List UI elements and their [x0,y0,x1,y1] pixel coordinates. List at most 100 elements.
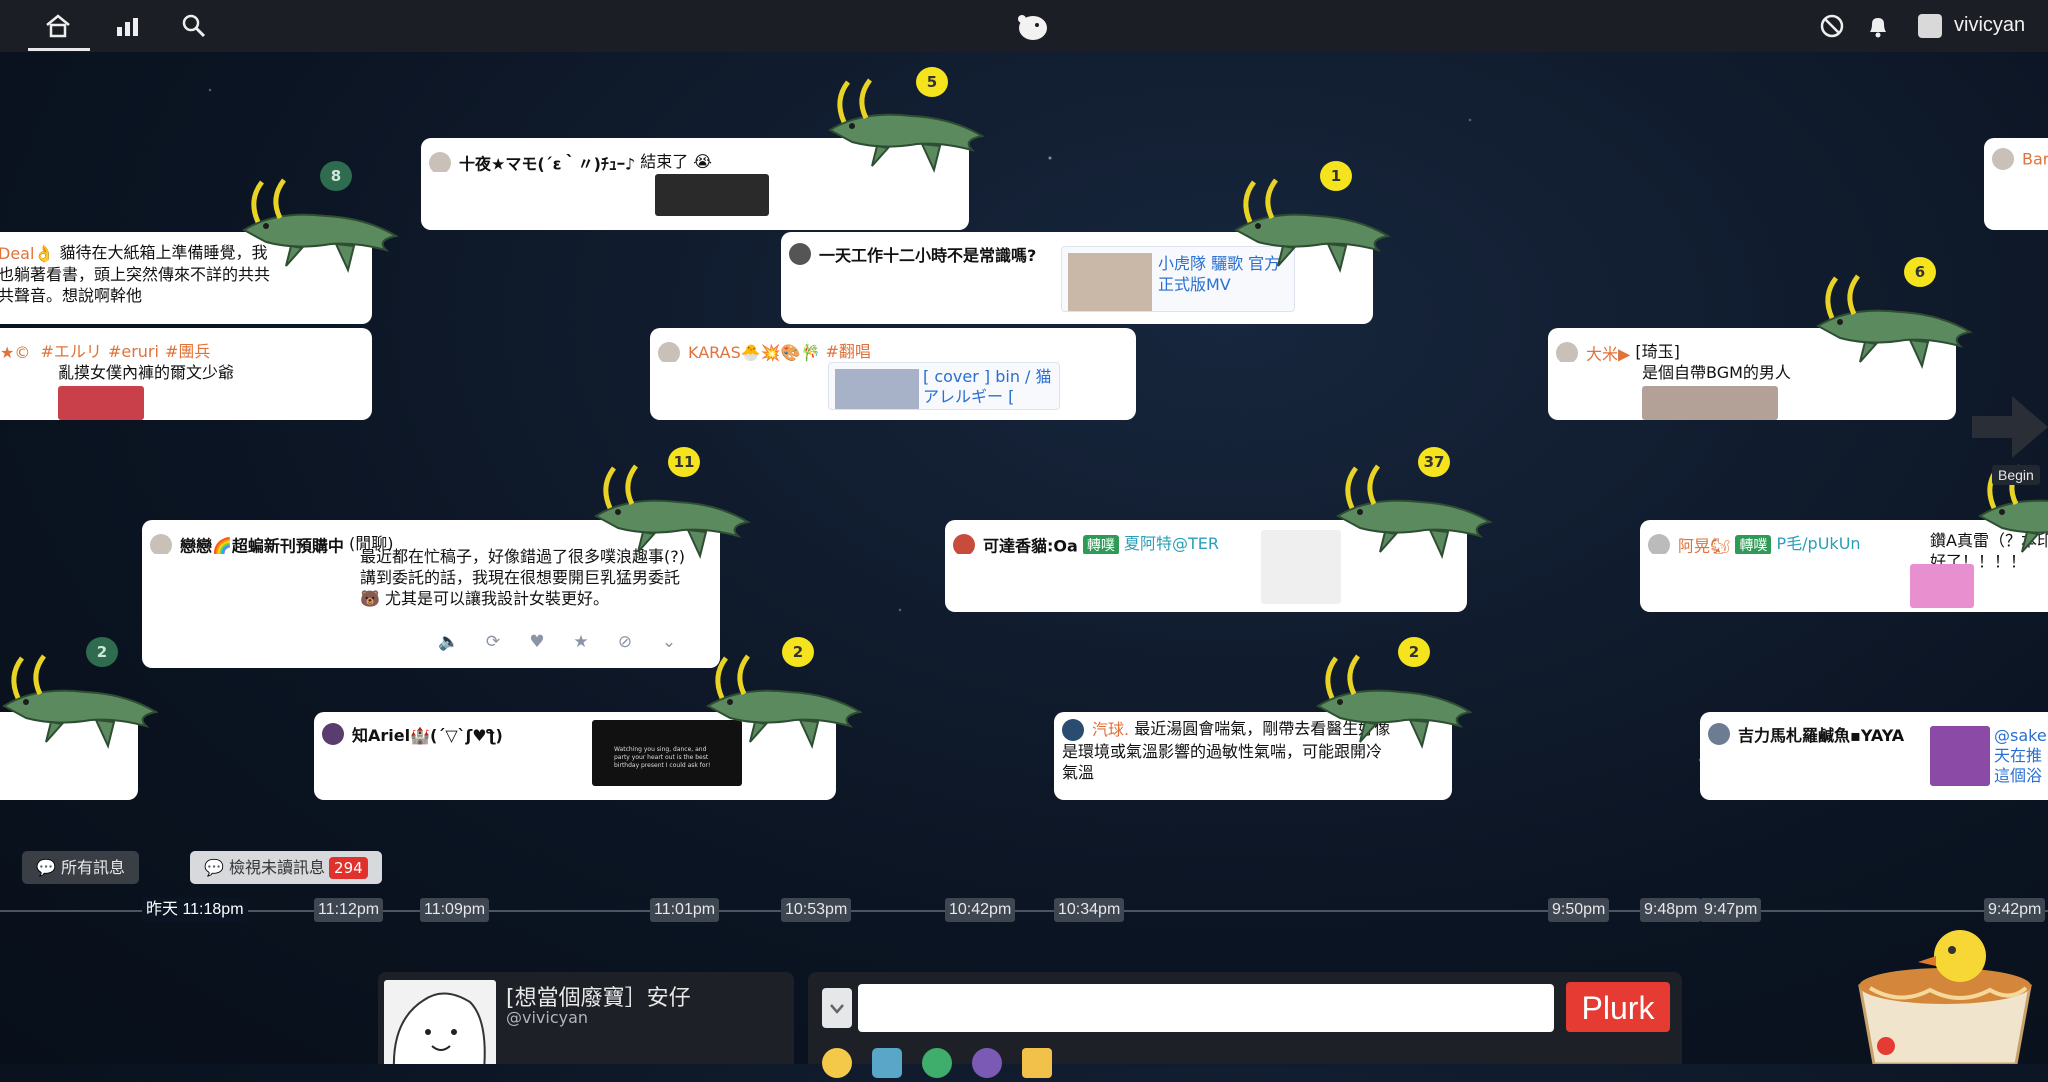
avatar[interactable] [150,533,172,554]
plurk-author[interactable]: 可達香貓:Oa [983,537,1078,555]
replurk-icon[interactable]: ⟳ [482,632,504,654]
timeline-tick[interactable]: 10:42pm [945,898,1016,922]
response-count-badge[interactable]: 2 [782,637,814,667]
plurk-author[interactable]: Bar [2022,150,2048,169]
arrow-right-icon[interactable] [1972,396,2048,458]
timeline-tick[interactable]: 11:12pm [314,898,384,922]
begin-button[interactable]: Begin [1992,465,2040,485]
plurk-author[interactable]: 汽球. [1092,720,1129,739]
avatar[interactable] [1556,341,1578,362]
image-thumbnail[interactable] [1910,564,1974,608]
timeline-tick[interactable]: 9:48pm [1640,898,1702,922]
avatar[interactable] [658,341,680,362]
image-thumbnail[interactable] [1642,386,1778,420]
image-thumbnail[interactable] [655,174,769,216]
plurk-card[interactable]: Bar [1984,138,2048,230]
privacy-icon[interactable] [1818,12,1846,40]
mute-icon[interactable]: 🔈 [438,632,460,654]
response-count-badge[interactable]: 1 [1320,161,1352,191]
qualifier-select[interactable] [822,988,852,1028]
replurk-source[interactable]: P毛/pUkUn [1777,534,1861,553]
response-count-badge[interactable]: 11 [668,447,700,477]
link-title[interactable]: @sake 天在推 這個浴 [1994,726,2048,788]
response-crocodile[interactable] [700,646,870,756]
bell-icon[interactable] [1864,12,1892,40]
timeline-tick[interactable]: 11:01pm [650,898,720,922]
avatar[interactable] [789,243,811,265]
plurk-author[interactable]: Deal👌 [0,244,54,263]
hashtag[interactable]: #翻唱 [826,342,871,361]
plurk-input[interactable] [858,984,1554,1032]
filter-unread-button[interactable]: 💬 檢視未讀訊息 294 [190,851,382,884]
plurk-author[interactable]: 一天工作十二小時不是常識嗎? [819,246,1036,265]
response-crocodile[interactable] [1310,646,1480,756]
plurk-card[interactable]: KARAS🐣💥🎨🎋 #翻唱 [ cover ] bin / 猫アレルギー [ [650,328,1136,420]
avatar[interactable] [1648,533,1670,554]
timeline-tick[interactable]: 10:34pm [1054,898,1125,922]
favorite-icon[interactable]: ★ [570,632,592,654]
like-icon[interactable]: ♥ [526,632,548,654]
avatar[interactable] [1918,14,1942,38]
image-thumbnail[interactable] [1930,726,1990,786]
timeline-tick[interactable]: 9:50pm [1548,898,1610,922]
video-thumbnail[interactable] [1068,253,1152,311]
profile-avatar[interactable] [384,980,496,1064]
plurk-author[interactable]: ★© [0,343,30,362]
avatar[interactable] [1708,723,1730,745]
avatar[interactable] [1992,148,2014,170]
plurk-author[interactable]: 阿晃🐿 [1678,537,1730,555]
response-crocodile[interactable] [1228,170,1398,280]
plurk-author[interactable]: KARAS🐣💥🎨🎋 [688,343,820,362]
emoticon-icon[interactable] [822,1048,852,1078]
home-icon[interactable] [44,12,72,40]
plurk-author[interactable]: 戀戀🌈超蝙新刊預購中 [180,537,344,555]
timeline-tick[interactable]: 10:53pm [781,898,852,922]
link-preview[interactable]: [ cover ] bin / 猫アレルギー [ [828,362,1060,410]
replurk-source[interactable]: 夏阿特@TER [1124,534,1219,553]
response-crocodile[interactable] [0,646,166,756]
link-title[interactable]: [ cover ] bin / 猫アレルギー [ [923,367,1053,407]
privacy-icon[interactable]: ⊘ [614,632,636,654]
profile-handle[interactable]: @vivicyan [506,1008,588,1027]
response-crocodile[interactable] [1330,456,1500,566]
response-count-badge[interactable]: 2 [1398,637,1430,667]
image-thumbnail[interactable] [1261,530,1341,604]
plurk-logo[interactable] [1013,9,1049,43]
response-count-badge[interactable]: 37 [1418,447,1450,477]
stats-icon[interactable] [114,12,142,40]
search-icon[interactable] [180,12,208,40]
share-icon[interactable] [922,1048,952,1078]
plurk-card[interactable]: 吉力馬札羅鹹魚▪YAYA @sake 天在推 這個浴 [1700,712,2048,800]
hashtag[interactable]: #エルリ [41,342,102,361]
timeline-tick[interactable]: 9:42pm [1984,898,2046,922]
plurk-author[interactable]: 吉力馬札羅鹹魚▪YAYA [1738,726,1904,745]
image-thumbnail[interactable] [58,386,144,420]
theme-icon[interactable] [972,1048,1002,1078]
response-crocodile[interactable] [822,70,992,180]
plurk-author[interactable]: 十夜★マモ(´ε｀〃)ﾁｭｰ♪ [459,155,635,173]
timeline-tick[interactable]: 11:09pm [420,898,490,922]
plurk-author[interactable]: 大米▶ [1586,345,1630,363]
filter-all-button[interactable]: 💬 所有訊息 [22,851,140,884]
response-count-badge[interactable]: 6 [1904,257,1936,287]
hashtag[interactable]: #團兵 [165,342,210,361]
more-icon[interactable]: ⌄ [658,632,680,654]
image-upload-icon[interactable] [872,1048,902,1078]
avatar[interactable] [322,723,344,745]
plurk-author[interactable]: 知Ariel🏰(´▽`ʃ♥ƪ) [352,726,503,745]
video-thumbnail[interactable] [835,369,919,409]
response-count-badge[interactable]: 8 [320,161,352,191]
lock-icon[interactable] [1022,1048,1052,1078]
timeline-tick[interactable]: 9:47pm [1700,898,1762,922]
response-count-badge[interactable]: 2 [86,637,118,667]
plurk-card[interactable]: ★© #エルリ #eruri #團兵 亂摸女僕內褲的爾文少爺 [0,328,372,420]
avatar[interactable] [429,151,451,172]
avatar[interactable] [1062,718,1084,741]
response-crocodile[interactable] [1810,266,1980,376]
hashtag[interactable]: #eruri [108,342,159,361]
response-count-badge[interactable]: 5 [916,67,948,97]
username[interactable]: vivicyan [1954,14,2025,37]
response-crocodile[interactable] [236,170,406,280]
avatar[interactable] [953,533,975,554]
plurk-button[interactable]: Plurk [1566,982,1670,1032]
